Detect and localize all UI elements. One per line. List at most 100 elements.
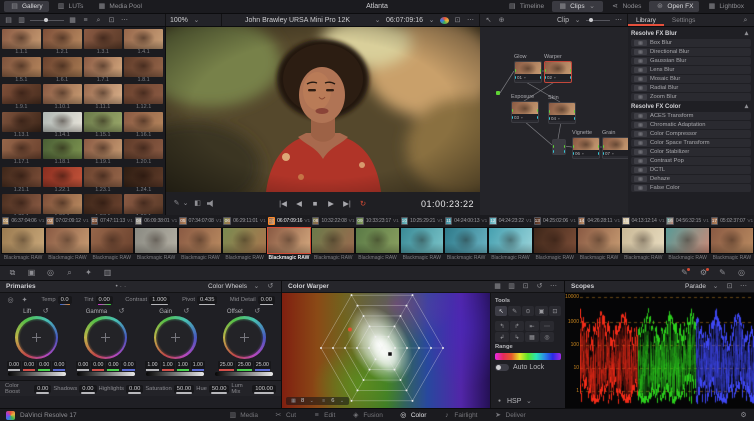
project-settings-gear-icon[interactable]: ⚙ (739, 412, 748, 419)
fx-item[interactable]: Box Blur (631, 39, 751, 47)
param-value[interactable]: 0.00 (95, 296, 113, 305)
wheel-value[interactable]: 0.00 (22, 361, 37, 371)
pin-up-tool[interactable]: ↰ (495, 321, 509, 331)
clip-thumbnail[interactable] (665, 227, 710, 254)
param-value[interactable]: 0.0 (57, 296, 72, 305)
param-value[interactable]: 1.000 (149, 296, 170, 305)
magnet-tool[interactable]: ▣ (535, 306, 548, 316)
expand-icon[interactable]: ⊡ (453, 17, 462, 24)
wheel-value[interactable]: 1.00 (175, 361, 190, 371)
button-nodes[interactable]: ⋖ Nodes (605, 1, 648, 12)
node-mode-label[interactable]: Clip (557, 17, 569, 24)
warper-mode[interactable]: HSP (507, 398, 521, 405)
gallery-still[interactable]: 1.20.1 (124, 139, 163, 166)
button-timeline[interactable]: ▤ Timeline (502, 1, 550, 12)
clip-thumbnail[interactable] (621, 227, 666, 254)
viewer-image[interactable] (166, 27, 480, 192)
more-icon[interactable]: ⋯ (614, 17, 623, 24)
fx-item[interactable]: Directional Blur (631, 48, 751, 56)
record-timecode[interactable]: 01:00:23:22 (421, 199, 474, 209)
gallery-still[interactable]: 1.5.1 (2, 56, 41, 84)
stills-icon[interactable]: ▤ (4, 17, 13, 24)
clip-thumbnail[interactable] (222, 227, 267, 254)
warper-hue-sat-mesh[interactable]: ▦ 8 ⌄ ≡ 6 ⌄ (282, 293, 490, 408)
master-wheel-bar[interactable] (76, 372, 135, 376)
clip-thumbnail[interactable] (45, 227, 90, 254)
node-output-dot[interactable] (564, 144, 565, 148)
gallery-still[interactable]: 1.19.1 (83, 139, 123, 166)
clip-thumbnail[interactable] (266, 227, 312, 254)
fx-item[interactable]: Dehaze (631, 175, 751, 183)
fx-group-header[interactable]: Resolve FX Blur ▴ (631, 29, 751, 38)
node-rgb-input-dot[interactable] (549, 110, 550, 113)
auto-balance-icon[interactable]: ✦ (20, 297, 29, 304)
chevron-down-icon[interactable]: ⌄ (711, 283, 720, 290)
magnify-icon[interactable]: ⌕ (65, 269, 74, 277)
reset-icon[interactable]: ↺ (182, 308, 191, 315)
mesh-icon[interactable]: ▦ (493, 283, 502, 290)
tab-luts[interactable]: ▥ LUTs (51, 1, 90, 12)
wheel-value[interactable]: 1.00 (145, 361, 160, 371)
reset-icon[interactable]: ↺ (266, 283, 275, 290)
cursor-icon[interactable]: ↖ (484, 17, 493, 24)
wheel-value[interactable]: 25.00 (235, 361, 253, 371)
node-rgb-input-dot[interactable] (512, 109, 513, 112)
node-output-dot[interactable] (540, 69, 541, 72)
timeline-clip[interactable]: 17 05:02:37:07 V1 Blackmagic RAW (709, 215, 754, 263)
fx-tab-library[interactable]: Library (628, 14, 664, 26)
gallery-still[interactable]: 1.7.1 (83, 56, 123, 84)
timeline-clip[interactable]: 05 07:34:07:08 V1 Blackmagic RAW (178, 215, 223, 263)
clip-thumbnail[interactable] (399, 227, 444, 254)
collapse-icon[interactable]: ▴ (742, 30, 751, 37)
chevron-down-icon[interactable]: ⌄ (524, 398, 533, 405)
album-icon[interactable]: ▥ (17, 17, 26, 24)
node-output-dot[interactable] (574, 110, 575, 113)
pin-down-tool[interactable]: ↱ (510, 321, 524, 331)
gallery-still[interactable]: 1.13.1 (2, 111, 41, 139)
timeline-clip[interactable]: 16 04:56:32:15 V1 Blackmagic RAW (665, 215, 710, 263)
page-edit[interactable]: ≡ Edit (312, 412, 336, 419)
page-deliver[interactable]: ➤ Deliver (494, 412, 526, 419)
wheel-circle[interactable] (222, 316, 266, 359)
grid-icon[interactable]: ▦ (68, 17, 77, 24)
timeline-clip[interactable]: 04 06:09:38:01 V1 Blackmagic RAW (133, 215, 179, 263)
split-screen-icon[interactable]: ▣ (27, 269, 36, 277)
node-key-input-dot[interactable] (545, 76, 546, 79)
node-rgb-input-dot[interactable] (515, 69, 516, 72)
bypass-icon[interactable]: ◎ (46, 269, 55, 277)
expand-icon[interactable]: ⊡ (725, 283, 734, 290)
source-timecode[interactable]: 06:07:09:16 (386, 17, 423, 24)
gallery-still[interactable]: 1.18.1 (42, 139, 82, 166)
timeline-clip[interactable]: 13 04:25:02:06 V1 Blackmagic RAW (532, 215, 577, 263)
param-value[interactable]: 0.435 (196, 296, 218, 305)
wheel-value[interactable]: 0.00 (6, 361, 22, 371)
gallery-still[interactable]: 1.10.1 (42, 84, 82, 111)
mesh-cols-value[interactable]: 8 (301, 398, 304, 404)
wheel-value[interactable]: 0.00 (76, 361, 91, 371)
param-value[interactable]: 0.00 (79, 384, 97, 394)
clip-thumbnail[interactable] (355, 227, 400, 254)
fx-item[interactable]: Contrast Pop (631, 157, 751, 165)
gallery-still[interactable]: 1.16.1 (124, 111, 163, 139)
master-wheel-bar[interactable] (146, 372, 205, 376)
skip-forward-icon[interactable]: ▶| (343, 200, 352, 208)
step-back-icon[interactable]: ◀ (295, 200, 304, 208)
anchor-tool[interactable]: ↲ (495, 332, 509, 342)
timeline-clip[interactable]: 03 07:47:11:13 V1 Blackmagic RAW (89, 215, 134, 263)
timeline-clip[interactable]: 12 04:24:23:22 V1 Blackmagic RAW (488, 215, 533, 263)
chevron-down-icon[interactable]: ⌄ (573, 17, 582, 24)
gallery-still[interactable]: 1.17.1 (2, 139, 41, 166)
pen-tool[interactable]: ✎ (508, 306, 521, 316)
more-icon[interactable]: ⋯ (466, 17, 475, 24)
node-exposure[interactable]: 03 ▫ (511, 101, 539, 123)
scope-mode[interactable]: Parade (685, 283, 706, 290)
gallery-still[interactable]: 1.6.1 (42, 56, 82, 84)
param-value[interactable]: 0.00 (257, 296, 275, 305)
node-glow[interactable]: 01 ▫ (514, 61, 542, 83)
page-cut[interactable]: ✂ Cut (274, 412, 297, 419)
collapse-icon[interactable]: ▴ (742, 103, 751, 110)
gallery-still[interactable]: 1.9.1 (2, 84, 41, 111)
parade-scope[interactable]: 10000 1000 100 10 1 (565, 293, 754, 408)
node-grain[interactable]: 07 ▫ (602, 137, 630, 159)
primaries-mode[interactable]: Color Wheels (208, 283, 247, 290)
